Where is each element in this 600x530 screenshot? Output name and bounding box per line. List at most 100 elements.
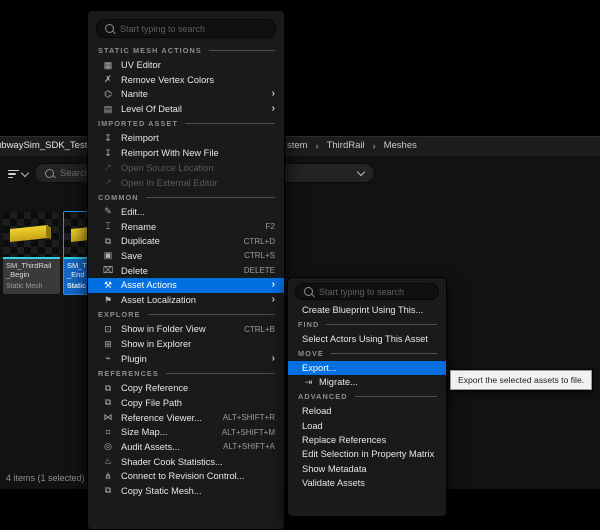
breadcrumb-item[interactable]: Meshes <box>384 140 417 151</box>
delete-icon: ⌧ <box>100 265 116 276</box>
menu-section-advanced: ADVANCED <box>288 390 446 405</box>
shader-cook-statistics-icon: ♨ <box>100 456 116 467</box>
menu-item-reload[interactable]: Reload <box>288 404 446 418</box>
filter-icon <box>8 170 19 179</box>
revision-control-icon: ⋔ <box>100 471 116 482</box>
tab-label[interactable]: ubwaySim_SDK_Testp <box>0 140 93 151</box>
chevron-down-icon <box>357 167 365 175</box>
menu-item-show-in-explorer[interactable]: ⊞Show in Explorer <box>88 337 284 352</box>
search-icon <box>45 169 54 178</box>
menu-item-export[interactable]: Export... <box>288 361 446 375</box>
status-bar-item-count: 4 items (1 selected) <box>6 473 85 483</box>
export-tooltip: Export the selected assets to file. <box>450 370 592 390</box>
menu-item-show-metadata[interactable]: Show Metadata <box>288 461 446 475</box>
menu-item-replace-references[interactable]: Replace References <box>288 433 446 447</box>
filter-button[interactable] <box>8 170 28 179</box>
uv-editor-icon: ▦ <box>100 60 116 71</box>
breadcrumb-item[interactable]: ThirdRail <box>327 140 365 151</box>
shortcut-label: CTRL+B <box>244 325 275 334</box>
menu-item-reimport-with-new-file[interactable]: ↧Reimport With New File <box>88 146 284 161</box>
submenu-arrow-icon: › <box>272 89 275 99</box>
menu-item-remove-vertex-colors[interactable]: ✗Remove Vertex Colors <box>88 72 284 87</box>
submenu-arrow-icon: › <box>272 104 275 114</box>
duplicate-icon: ⧉ <box>100 236 116 247</box>
static-mesh-preview <box>10 225 48 242</box>
menu-section-explore: EXPLORE <box>88 307 284 322</box>
plugin-icon: ⌁ <box>100 353 116 364</box>
size-map-icon: ⌗ <box>100 427 116 438</box>
menu-item-copy-file-path[interactable]: ⧉Copy File Path <box>88 396 284 411</box>
menu-section-static-mesh-actions: STATIC MESH ACTIONS <box>88 43 284 58</box>
asset-context-menu: Start typing to search STATIC MESH ACTIO… <box>87 10 285 530</box>
asset-actions-submenu: Start typing to search Create Blueprint … <box>287 277 447 517</box>
menu-section-move: MOVE <box>288 346 446 361</box>
menu-item-shader-cook-statistics[interactable]: ♨Shader Cook Statistics... <box>88 454 284 469</box>
menu-section-references: REFERENCES <box>88 366 284 381</box>
asset-tile-sm-thirdrail-begin[interactable]: SM_ThirdRail _Begin Static Mesh <box>3 212 60 294</box>
open-in-external-editor-icon: ↗ <box>100 177 116 188</box>
copy-static-mesh-icon: ⧉ <box>100 485 116 496</box>
show-in-folder-view-icon: ⊡ <box>100 324 116 335</box>
menu-item-validate-assets[interactable]: Validate Assets <box>288 476 446 490</box>
shortcut-label: ALT+SHIFT+R <box>223 413 275 422</box>
menu-item-edit-selection-in-property-matrix[interactable]: Edit Selection in Property Matrix <box>288 447 446 461</box>
menu-item-reimport[interactable]: ↧Reimport <box>88 131 284 146</box>
shortcut-label: CTRL+S <box>244 251 275 260</box>
menu-item-show-in-folder-view[interactable]: ⊡Show in Folder ViewCTRL+B <box>88 322 284 337</box>
menu-item-save[interactable]: ▣SaveCTRL+S <box>88 249 284 264</box>
menu-item-plugin[interactable]: ⌁Plugin› <box>88 351 284 366</box>
menu-section-common: COMMON <box>88 190 284 205</box>
submenu-arrow-icon: › <box>272 280 275 290</box>
chevron-down-icon <box>21 168 29 176</box>
rename-icon: ⌶ <box>100 221 116 232</box>
shortcut-label: F2 <box>266 222 275 231</box>
level-of-detail-icon: ▤ <box>100 104 116 115</box>
menu-item-migrate[interactable]: ⇥Migrate... <box>288 375 446 389</box>
asset-localization-icon: ⚑ <box>100 295 116 306</box>
reimport-with-new-file-icon: ↧ <box>100 148 116 159</box>
menu-item-asset-localization[interactable]: ⚑Asset Localization› <box>88 293 284 308</box>
migrate-icon: ⇥ <box>302 377 315 388</box>
edit-icon: ✎ <box>100 206 116 217</box>
copy-file-path-icon: ⧉ <box>100 397 116 408</box>
breadcrumb: stem › ThirdRail › Meshes <box>287 140 417 151</box>
remove-vertex-colors-icon: ✗ <box>100 74 116 85</box>
menu-search-input[interactable]: Start typing to search <box>96 19 276 38</box>
menu-item-create-blueprint-using-this[interactable]: Create Blueprint Using This... <box>288 303 446 317</box>
shortcut-label: CTRL+D <box>244 237 275 246</box>
menu-item-copy-static-mesh[interactable]: ⧉Copy Static Mesh... <box>88 484 284 499</box>
menu-item-size-map[interactable]: ⌗Size Map...ALT+SHIFT+M <box>88 425 284 440</box>
menu-item-delete[interactable]: ⌧DeleteDELETE <box>88 263 284 278</box>
menu-item-copy-reference[interactable]: ⧉Copy Reference <box>88 381 284 396</box>
menu-item-level-of-detail[interactable]: ▤Level Of Detail› <box>88 102 284 117</box>
submenu-arrow-icon: › <box>272 295 275 305</box>
open-source-location-icon: ↗ <box>100 162 116 173</box>
search-icon <box>105 24 114 33</box>
menu-item-uv-editor[interactable]: ▦UV Editor <box>88 58 284 73</box>
menu-item-load[interactable]: Load <box>288 419 446 433</box>
menu-item-connect-to-revision-control[interactable]: ⋔Connect to Revision Control... <box>88 469 284 484</box>
asset-name: SM_ThirdRail _Begin <box>6 261 57 280</box>
menu-item-rename[interactable]: ⌶RenameF2 <box>88 219 284 234</box>
audit-assets-icon: ◎ <box>100 441 116 452</box>
menu-item-reference-viewer[interactable]: ⋈Reference Viewer...ALT+SHIFT+R <box>88 410 284 425</box>
submenu-arrow-icon: › <box>272 354 275 364</box>
asset-label: SM_ThirdRail _Begin Static Mesh <box>3 259 60 294</box>
menu-section-find: FIND <box>288 317 446 332</box>
menu-item-duplicate[interactable]: ⧉DuplicateCTRL+D <box>88 234 284 249</box>
menu-item-edit[interactable]: ✎Edit... <box>88 205 284 220</box>
menu-item-audit-assets[interactable]: ◎Audit Assets...ALT+SHIFT+A <box>88 440 284 455</box>
search-icon <box>304 287 313 296</box>
menu-item-nanite[interactable]: ⌬Nanite› <box>88 87 284 102</box>
reimport-icon: ↧ <box>100 133 116 144</box>
submenu-search-input[interactable]: Start typing to search <box>295 283 439 300</box>
menu-section-imported-asset: IMPORTED ASSET <box>88 116 284 131</box>
copy-reference-icon: ⧉ <box>100 383 116 394</box>
asset-type: Static Mesh <box>6 283 57 290</box>
menu-item-asset-actions[interactable]: ⚒Asset Actions› <box>88 278 284 293</box>
menu-item-select-actors-using-this-asset[interactable]: Select Actors Using This Asset <box>288 332 446 346</box>
breadcrumb-separator-icon: › <box>373 141 376 151</box>
submenu-search-placeholder: Start typing to search <box>319 287 404 297</box>
breadcrumb-item[interactable]: stem <box>287 140 308 151</box>
shortcut-label: DELETE <box>244 266 275 275</box>
